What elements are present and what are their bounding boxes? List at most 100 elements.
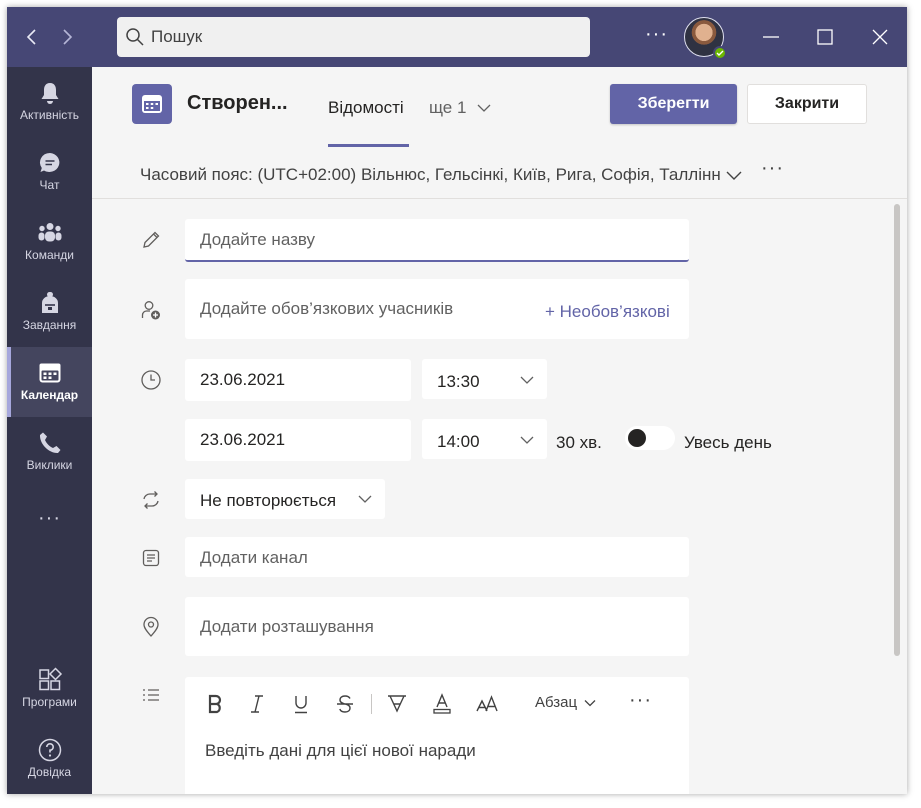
app-rail: Активність Чат Команди Завдання Календар…: [7, 67, 92, 794]
rail-item-label: Чат: [39, 178, 60, 192]
vertical-scrollbar[interactable]: [894, 204, 900, 656]
toggle-knob: [628, 429, 646, 447]
chevron-down-icon: [584, 699, 596, 706]
start-time-select[interactable]: 13:30: [422, 359, 547, 399]
rail-item-calls[interactable]: Виклики: [7, 417, 92, 487]
search-icon: [126, 28, 144, 46]
teams-icon: [38, 223, 61, 242]
teams-window: Пошук ··· Активність Чат Команди Завданн…: [7, 7, 907, 794]
chevron-down-icon: [358, 495, 372, 503]
rail-item-label: Програми: [22, 695, 77, 709]
calendar-icon: [39, 363, 60, 383]
apps-icon: [38, 667, 62, 691]
maximize-icon[interactable]: [811, 23, 839, 51]
bold-icon[interactable]: [203, 691, 227, 717]
editor-toolbar: Абзац ···: [185, 677, 690, 731]
paragraph-label: Абзац: [535, 694, 578, 711]
pencil-icon: [140, 229, 162, 251]
form-header: Створен... Відомості ще 1 Зберегти Закри…: [92, 67, 907, 147]
add-optional-attendees-link[interactable]: + Необов’язкові: [545, 302, 670, 322]
title-bar: Пошук ···: [7, 7, 907, 67]
start-date-value: 23.06.2021: [200, 370, 286, 389]
chevron-down-icon: [520, 436, 534, 444]
strikethrough-icon[interactable]: [333, 691, 357, 717]
timezone-selector[interactable]: Часовий пояс: (UTC+02:00) Вільнюс, Гельс…: [140, 165, 721, 185]
start-date-input[interactable]: 23.06.2021: [185, 359, 411, 401]
phone-icon: [39, 432, 60, 454]
end-time-select[interactable]: 14:00: [422, 419, 547, 459]
search-placeholder: Пошук: [151, 27, 203, 46]
rail-item-apps[interactable]: Програми: [7, 654, 92, 724]
presence-available-icon: [713, 46, 727, 60]
add-person-icon: [140, 299, 162, 321]
rail-item-label: Виклики: [26, 458, 73, 472]
details-editor[interactable]: Абзац ··· Введіть дані для цієї нової на…: [185, 677, 689, 794]
avatar[interactable]: [684, 17, 727, 60]
rail-item-teams[interactable]: Команди: [7, 207, 92, 277]
title-input[interactable]: Додайте назву: [185, 219, 689, 262]
end-date-input[interactable]: 23.06.2021: [185, 419, 411, 461]
font-color-icon[interactable]: [430, 691, 454, 717]
title-placeholder: Додайте назву: [200, 230, 316, 249]
attendees-input[interactable]: Додайте обов’язкових учасників + Необов’…: [185, 279, 689, 339]
close-button[interactable]: Закрити: [747, 84, 867, 124]
channel-icon: [140, 547, 162, 569]
paragraph-style-dropdown[interactable]: Абзац: [535, 694, 597, 711]
tab-more-label: ще 1: [429, 98, 467, 117]
tab-more-dropdown[interactable]: ще 1: [429, 98, 492, 118]
rail-item-label: Активність: [19, 108, 79, 122]
rail-item-calendar[interactable]: Календар: [7, 347, 92, 417]
more-apps-icon[interactable]: ···: [7, 507, 92, 530]
all-day-label: Увесь день: [684, 433, 772, 452]
more-options-icon[interactable]: ···: [645, 23, 668, 46]
italic-icon[interactable]: [245, 691, 269, 717]
highlight-icon[interactable]: [385, 691, 409, 717]
rail-item-activity[interactable]: Активність: [7, 67, 92, 137]
all-day-toggle[interactable]: [625, 426, 675, 450]
editor-placeholder: Введіть дані для цієї нової наради: [205, 741, 476, 760]
start-time-value: 13:30: [437, 372, 480, 391]
duration-label: 30 хв.: [556, 433, 602, 452]
help-icon: [38, 738, 61, 762]
location-placeholder: Додати розташування: [200, 617, 374, 636]
location-pin-icon: [140, 616, 162, 638]
page-title: Створен...: [187, 92, 288, 114]
rail-item-label: Завдання: [22, 318, 77, 332]
minimize-icon[interactable]: [757, 23, 785, 51]
repeat-value: Не повторюється: [200, 491, 337, 510]
underline-icon[interactable]: [289, 691, 313, 717]
rail-item-label: Команди: [25, 248, 74, 262]
search-input[interactable]: Пошук: [117, 17, 590, 57]
save-button[interactable]: Зберегти: [610, 84, 737, 124]
attendees-placeholder: Додайте обов’язкових учасників: [200, 299, 454, 318]
rail-item-label: Календар: [20, 388, 79, 402]
meeting-form: Створен... Відомості ще 1 Зберегти Закри…: [92, 67, 907, 794]
details-list-icon: [140, 685, 162, 707]
back-arrow-icon[interactable]: [20, 25, 44, 49]
chevron-down-icon: [477, 104, 491, 112]
repeat-select[interactable]: Не повторюється: [185, 479, 385, 519]
font-size-icon[interactable]: [475, 691, 499, 717]
rail-item-help[interactable]: Довідка: [7, 724, 92, 794]
bell-icon: [41, 83, 58, 104]
chevron-down-icon[interactable]: [725, 166, 743, 184]
rail-item-chat[interactable]: Чат: [7, 137, 92, 207]
chevron-down-icon: [520, 376, 534, 384]
location-input[interactable]: Додати розташування: [185, 597, 689, 656]
end-time-value: 14:00: [437, 432, 480, 451]
rail-item-assignments[interactable]: Завдання: [7, 277, 92, 347]
forward-arrow-icon[interactable]: [55, 25, 79, 49]
toolbar-divider: [371, 694, 372, 714]
repeat-icon: [140, 489, 162, 511]
tab-details[interactable]: Відомості: [328, 98, 404, 118]
editor-more-icon[interactable]: ···: [629, 689, 652, 712]
assignments-icon: [41, 292, 58, 313]
chat-icon: [39, 152, 59, 172]
close-window-icon[interactable]: [866, 23, 894, 51]
channel-input[interactable]: Додати канал: [185, 537, 689, 577]
timezone-more-icon[interactable]: ···: [761, 157, 784, 180]
timezone-row: Часовий пояс: (UTC+02:00) Вільнюс, Гельс…: [92, 147, 907, 199]
end-date-value: 23.06.2021: [200, 430, 286, 449]
clock-icon: [140, 369, 162, 391]
channel-placeholder: Додати канал: [200, 548, 308, 567]
